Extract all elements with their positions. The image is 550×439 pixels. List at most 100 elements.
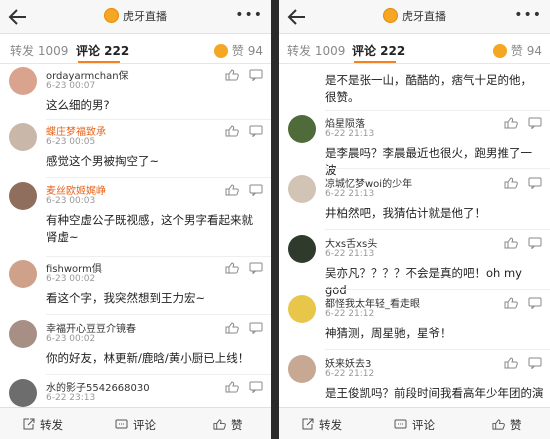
comment-username[interactable]: 大xs舌xs头 — [325, 235, 377, 250]
avatar[interactable] — [9, 260, 37, 288]
reply-icon[interactable] — [249, 184, 263, 196]
comment-item: 大xs舌xs头 6-22 21:13 吴亦凡？？？？不会是真的吧！oh my g… — [279, 235, 550, 297]
avatar[interactable] — [288, 295, 316, 323]
reply-icon[interactable] — [528, 237, 542, 249]
divider — [325, 168, 550, 169]
avatar[interactable] — [9, 379, 37, 407]
reply-icon[interactable] — [249, 322, 263, 334]
repost-label: 转发 — [40, 418, 63, 432]
comment-username[interactable]: fishworm俱 — [46, 260, 102, 275]
comment-text: 有种空虚公子既视感，这个男字看起来就肾虚~ — [46, 213, 253, 244]
top-nav-bar: 虎牙直播 ••• — [279, 0, 550, 34]
comment-text: 这么细的男? — [46, 98, 110, 112]
comment-text: 看这个字，我突然想到王力宏~ — [46, 291, 206, 305]
repost-icon — [302, 418, 314, 430]
tab-likes-label: 赞 94 — [510, 44, 542, 58]
like-icon[interactable] — [504, 177, 518, 189]
comment-username[interactable]: 妖来妖去3 — [325, 355, 371, 370]
comment-text: 吴亦凡？？？？不会是真的吧！oh my god — [325, 266, 522, 297]
like-icon[interactable] — [225, 184, 239, 196]
avatar[interactable] — [9, 123, 37, 151]
account-title[interactable]: 虎牙直播 — [0, 8, 271, 24]
comment-time: 6-22 23:13 — [46, 393, 96, 403]
avatar[interactable] — [9, 67, 37, 95]
reply-icon[interactable] — [528, 117, 542, 129]
like-icon[interactable] — [225, 381, 239, 393]
avatar[interactable] — [288, 115, 316, 143]
tab-repost[interactable]: 转发 1009 — [287, 42, 345, 59]
comment-username[interactable]: 幸福开心豆豆介镜春 — [46, 320, 136, 335]
more-options-icon[interactable]: ••• — [514, 8, 542, 22]
like-icon[interactable] — [225, 125, 239, 137]
comment-list[interactable]: 是不是张一山，酷酷的，痞气十足的他，很赞。 焰星陨落 6-22 21:13 是李… — [279, 65, 550, 407]
comment-item: ordayarmchan保 6-23 00:07 这么细的男? — [0, 67, 271, 120]
reply-icon[interactable] — [528, 357, 542, 369]
like-label: 赞 — [510, 418, 522, 432]
like-button[interactable]: 赞 — [492, 417, 522, 433]
comment-item: 妖来妖去3 6-22 21:12 是王俊凯吗？前段时间我看高年少年团的演 — [279, 355, 550, 407]
divider — [46, 314, 271, 315]
reply-icon[interactable] — [249, 381, 263, 393]
divider — [46, 177, 271, 178]
comment-item: 凉城忆梦woi的少年 6-22 21:13 井柏然吧，我猜估计就是他了！ — [279, 175, 550, 230]
account-title[interactable]: 虎牙直播 — [279, 8, 550, 24]
tab-comments[interactable]: 评论 222 — [352, 42, 405, 59]
comment-time: 6-23 00:03 — [46, 196, 96, 206]
thumbs-up-icon — [213, 419, 226, 430]
tab-comments[interactable]: 评论 222 — [76, 42, 129, 59]
divider — [325, 229, 550, 230]
tab-likes[interactable]: 赞 94 — [213, 42, 263, 59]
repost-icon — [23, 418, 35, 430]
tab-repost[interactable]: 转发 1009 — [10, 42, 68, 59]
comment-time: 6-22 21:13 — [325, 189, 375, 199]
comment-button[interactable]: 评论 — [115, 417, 156, 433]
account-name: 虎牙直播 — [402, 10, 446, 23]
reply-icon[interactable] — [249, 262, 263, 274]
comment-list[interactable]: ordayarmchan保 6-23 00:07 这么细的男? 蝶庄梦福致承 6… — [0, 65, 271, 407]
active-tab-indicator — [78, 61, 120, 63]
comment-icon — [394, 419, 407, 429]
divider — [325, 289, 550, 290]
top-nav-bar: 虎牙直播 ••• — [0, 0, 271, 34]
bottom-action-bar: 转发 评论 赞 — [279, 407, 550, 439]
avatar[interactable] — [9, 182, 37, 210]
more-options-icon[interactable]: ••• — [235, 8, 263, 22]
reply-icon[interactable] — [249, 69, 263, 81]
right-phone-screen: 虎牙直播 ••• 转发 1009 评论 222 赞 94 是不是张一山，酷酷的，… — [279, 0, 550, 439]
comment-button[interactable]: 评论 — [394, 417, 435, 433]
tab-likes[interactable]: 赞 94 — [492, 42, 542, 59]
like-icon[interactable] — [504, 237, 518, 249]
avatar[interactable] — [9, 320, 37, 348]
avatar[interactable] — [288, 355, 316, 383]
comment-username[interactable]: 焰星陨落 — [325, 115, 365, 130]
like-button[interactable]: 赞 — [213, 417, 243, 433]
divider — [46, 374, 271, 375]
tab-likes-label: 赞 94 — [231, 44, 263, 58]
reply-icon[interactable] — [249, 125, 263, 137]
divider — [46, 256, 271, 257]
comment-username[interactable]: 都怪我太年轻_看走眼 — [325, 295, 420, 310]
avatar[interactable] — [288, 235, 316, 263]
like-icon[interactable] — [225, 262, 239, 274]
repost-button[interactable]: 转发 — [22, 417, 63, 433]
like-icon[interactable] — [225, 322, 239, 334]
like-icon[interactable] — [504, 357, 518, 369]
repost-button[interactable]: 转发 — [301, 417, 342, 433]
comment-username[interactable]: 水的影子5542668030 — [46, 379, 150, 394]
comment-text: 感觉这个男被掏空了~ — [46, 154, 160, 168]
comment-item: 蝶庄梦福致承 6-23 00:05 感觉这个男被掏空了~ — [0, 123, 271, 178]
comment-text: 井柏然吧，我猜估计就是他了！ — [325, 206, 486, 220]
comment-text: 是不是张一山，酷酷的，痞气十足的他，很赞。 — [325, 73, 532, 104]
like-icon[interactable] — [504, 297, 518, 309]
comment-time: 6-22 21:13 — [325, 249, 375, 259]
reply-icon[interactable] — [528, 177, 542, 189]
comment-item: 麦丝欧姬娓峥 6-23 00:03 有种空虚公子既视感，这个男字看起来就肾虚~ — [0, 182, 271, 257]
like-icon[interactable] — [504, 117, 518, 129]
reply-icon[interactable] — [528, 297, 542, 309]
avatar[interactable] — [288, 175, 316, 203]
comment-username[interactable]: 凉城忆梦woi的少年 — [325, 175, 412, 190]
comment-username[interactable]: 蝶庄梦福致承 — [46, 123, 106, 138]
like-icon[interactable] — [225, 69, 239, 81]
comment-username[interactable]: 麦丝欧姬娓峥 — [46, 182, 106, 197]
comment-username[interactable]: ordayarmchan保 — [46, 67, 129, 82]
